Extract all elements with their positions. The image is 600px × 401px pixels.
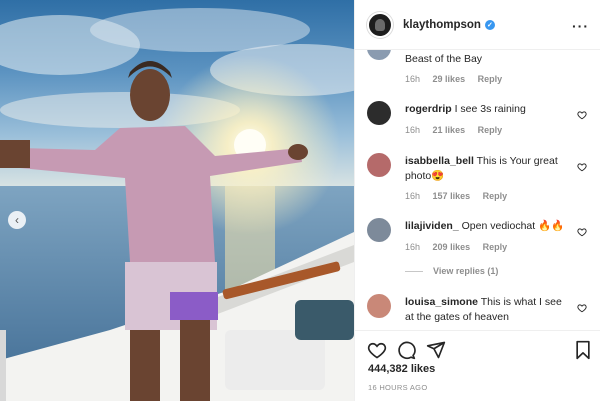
comment-text: louisa_simone This is what I see at the … xyxy=(405,295,573,325)
comments-list: Beast of the Bay 16h 29 likes Reply roge… xyxy=(355,50,600,328)
verified-badge-icon: ✓ xyxy=(484,19,495,30)
comment-likes[interactable]: 21 likes xyxy=(433,125,466,135)
comment-meta: 16h 209 likes Reply xyxy=(405,242,517,252)
chevron-left-icon[interactable]: ‹ xyxy=(8,211,26,229)
comment-icon[interactable] xyxy=(396,340,416,360)
avatar[interactable] xyxy=(367,11,393,38)
comment-username[interactable]: isabbella_bell xyxy=(405,155,474,167)
more-options-icon[interactable]: ··· xyxy=(572,18,589,34)
comment-text: lilajividen_ Open vediochat 🔥🔥 xyxy=(405,219,573,234)
comment-meta: 16h 21 likes Reply xyxy=(405,125,512,135)
comment-avatar[interactable] xyxy=(367,294,391,318)
comment-age: 16h xyxy=(405,242,421,252)
post-likes-count[interactable]: 444,382 likes xyxy=(368,363,435,375)
comment-message: Open vediochat 🔥🔥 xyxy=(461,220,565,232)
comment-avatar[interactable] xyxy=(367,101,391,125)
post-timestamp: 16 HOURS AGO xyxy=(368,383,428,392)
post-photo[interactable]: ‹ xyxy=(0,0,354,401)
comment-username[interactable]: louisa_simone xyxy=(405,296,478,308)
comment-text: isabbella_bell This is Your great photo😍 xyxy=(405,154,573,184)
bookmark-icon[interactable] xyxy=(573,340,593,360)
reply-button[interactable]: Reply xyxy=(483,191,508,201)
comment-likes[interactable]: 157 likes xyxy=(433,191,471,201)
comment-age: 16h xyxy=(405,191,421,201)
post-username[interactable]: klaythompson xyxy=(403,19,481,31)
reply-button[interactable]: Reply xyxy=(478,74,503,84)
comment-likes[interactable]: 29 likes xyxy=(433,74,466,84)
avatar-silhouette xyxy=(375,18,385,31)
comment-message: I see 3s raining xyxy=(454,103,526,115)
photo-illustration xyxy=(0,8,354,401)
comment-avatar[interactable] xyxy=(367,218,391,242)
heart-icon[interactable] xyxy=(577,227,587,237)
comment-age: 16h xyxy=(405,74,421,84)
view-replies-label: View replies (1) xyxy=(433,266,499,276)
comment-meta: 16h 157 likes Reply xyxy=(405,191,517,201)
comment-meta: 16h 29 likes Reply xyxy=(405,74,512,84)
comment-message: Beast of the Bay xyxy=(405,53,483,65)
comment-username[interactable]: rogerdrip xyxy=(405,103,452,115)
view-replies-button[interactable]: View replies (1) xyxy=(405,266,498,276)
heart-icon[interactable] xyxy=(577,303,587,313)
comment-likes[interactable]: 209 likes xyxy=(433,242,471,252)
instagram-post-view: ‹ klaythompson ✓ ··· Beast of the Bay 16… xyxy=(0,0,600,401)
comment-avatar[interactable] xyxy=(367,50,391,60)
comment-text: rogerdrip I see 3s raining xyxy=(405,102,573,117)
post-side-panel: klaythompson ✓ ··· Beast of the Bay 16h … xyxy=(354,0,600,401)
comment-avatar[interactable] xyxy=(367,153,391,177)
comment-text: Beast of the Bay xyxy=(405,52,573,67)
heart-icon[interactable] xyxy=(577,110,587,120)
comment-username[interactable]: lilajividen_ xyxy=(405,220,459,232)
heart-icon[interactable] xyxy=(367,340,387,360)
reply-button[interactable]: Reply xyxy=(478,125,503,135)
replies-divider xyxy=(405,270,423,272)
heart-icon[interactable] xyxy=(577,162,587,172)
share-icon[interactable] xyxy=(426,340,446,360)
post-header: klaythompson ✓ ··· xyxy=(355,0,600,50)
reply-button[interactable]: Reply xyxy=(483,242,508,252)
comment-age: 16h xyxy=(405,125,421,135)
